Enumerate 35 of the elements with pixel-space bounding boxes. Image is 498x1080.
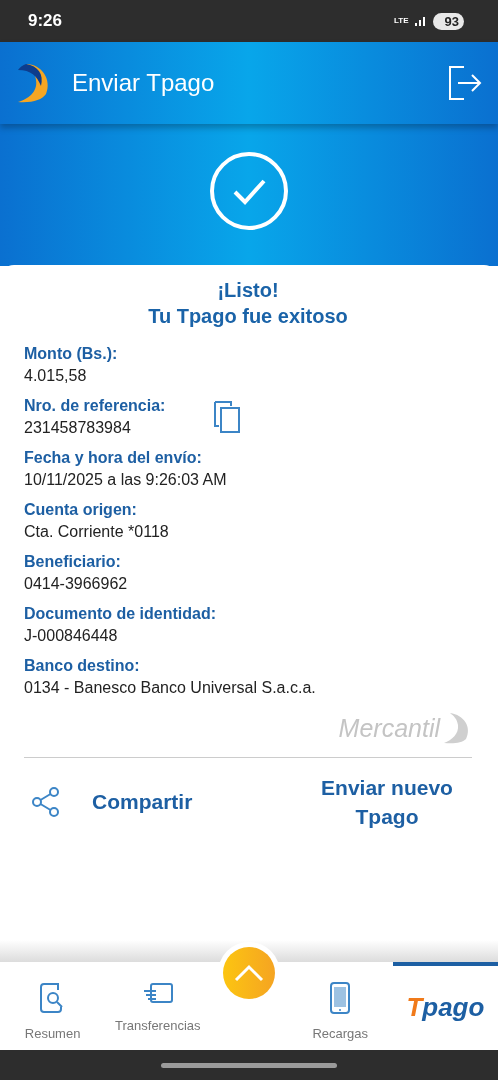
success-subtitle: Tu Tpago fue exitoso	[147, 304, 349, 329]
phone-icon	[330, 982, 351, 1014]
chevron-up-icon	[234, 964, 264, 982]
field-label: Monto (Bs.):	[24, 344, 118, 364]
tpago-logo: Tpago	[406, 992, 485, 1023]
logout-icon[interactable]	[448, 65, 482, 101]
field-value: Cta. Corriente *0118	[24, 522, 169, 542]
status-time: 9:26	[28, 11, 63, 31]
screen-title: Enviar Tpago	[72, 69, 216, 97]
battery-level: 93	[432, 12, 464, 30]
field-label: Banco destino:	[24, 656, 141, 676]
card-transfer-icon	[141, 982, 174, 1006]
nav-tab[interactable]: Resumen	[0, 962, 106, 1050]
field-label: Beneficiario:	[24, 552, 122, 572]
field-value: 0414-3966962	[24, 574, 128, 594]
field-value: 0134 - Banesco Banco Universal S.a.c.a.	[24, 678, 316, 698]
field-label: Nro. de referencia:	[24, 396, 166, 416]
field-value: 4.015,58	[24, 366, 88, 386]
signal-icon	[414, 15, 427, 27]
success-title: ¡Listo!	[216, 278, 280, 303]
field-value: 231458783984	[24, 418, 132, 438]
nav-tab[interactable]: Recargas	[287, 962, 393, 1050]
copy-icon[interactable]	[213, 400, 242, 434]
network-type: LTE	[394, 17, 409, 25]
brand-name: Mercantil	[338, 713, 440, 743]
field-value: 10/11/2025 a las 9:26:03 AM	[24, 470, 227, 490]
field-label: Fecha y hora del envío:	[24, 448, 203, 468]
nav-tab[interactable]: Transferencias	[105, 962, 211, 1050]
field-label: Documento de identidad:	[24, 604, 216, 624]
field-value: J-000846448	[24, 626, 119, 646]
share-button[interactable]: Compartir	[24, 776, 199, 828]
share-icon	[30, 786, 62, 818]
new-payment-button[interactable]: Enviar nuevo Tpago	[302, 772, 472, 832]
field-label: Cuenta origen:	[24, 500, 138, 520]
success-check-icon	[209, 151, 289, 231]
